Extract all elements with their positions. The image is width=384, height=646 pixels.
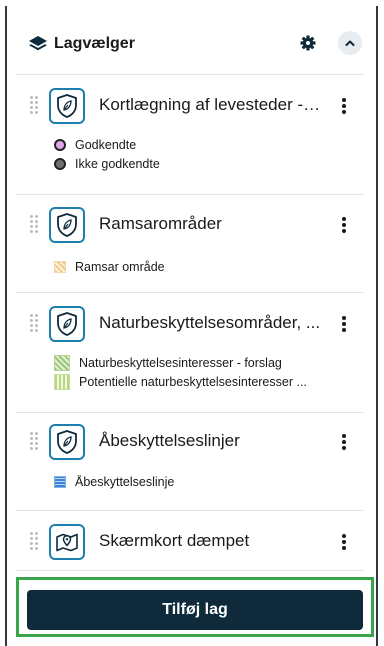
more-options-icon[interactable] bbox=[334, 314, 354, 334]
layer-name: Naturbeskyttelsesområder, ... bbox=[99, 313, 321, 332]
drag-handle-icon[interactable] bbox=[30, 96, 40, 116]
panel-border-left bbox=[5, 6, 7, 646]
leaf-shield-icon bbox=[49, 88, 85, 124]
legend-item: Ikke godkendte bbox=[54, 154, 160, 173]
drag-handle-icon[interactable] bbox=[30, 215, 40, 235]
layer-legend: Naturbeskyttelsesinteresser - forslag Po… bbox=[54, 353, 307, 391]
chevron-up-icon bbox=[345, 40, 355, 46]
legend-item: Ramsar område bbox=[54, 257, 165, 276]
drag-handle-icon[interactable] bbox=[30, 432, 40, 452]
layer-name: Kortlægning af levesteder - ... bbox=[99, 95, 321, 114]
leaf-shield-icon bbox=[49, 424, 85, 460]
gear-icon[interactable] bbox=[298, 33, 318, 53]
legend-item: Potentielle naturbeskyttelsesinteresser … bbox=[54, 372, 307, 391]
legend-swatch bbox=[54, 475, 66, 488]
layer-legend: Åbeskyttelseslinje bbox=[54, 472, 174, 491]
drag-handle-icon[interactable] bbox=[30, 314, 40, 334]
legend-swatch bbox=[54, 157, 66, 170]
more-options-icon[interactable] bbox=[334, 215, 354, 235]
legend-item: Åbeskyttelseslinje bbox=[54, 472, 174, 491]
layers-icon bbox=[29, 36, 47, 51]
leaf-shield-icon bbox=[49, 207, 85, 243]
divider bbox=[16, 194, 364, 195]
divider bbox=[16, 510, 364, 511]
leaf-shield-icon bbox=[49, 306, 85, 342]
add-layer-highlight: Tilføj lag bbox=[16, 577, 374, 637]
panel-header: Lagvælger bbox=[16, 20, 368, 68]
layer-name: Skærmkort dæmpet bbox=[99, 531, 250, 550]
layer-name: Åbeskyttelseslinjer bbox=[99, 431, 240, 450]
layer-selector-panel: Lagvælger Kortlægning af levesteder - ..… bbox=[0, 0, 384, 646]
divider bbox=[16, 292, 364, 293]
legend-swatch bbox=[54, 354, 70, 371]
legend-swatch bbox=[54, 373, 70, 390]
legend-item: Naturbeskyttelsesinteresser - forslag bbox=[54, 353, 307, 372]
divider bbox=[16, 74, 364, 75]
panel-title: Lagvælger bbox=[54, 35, 135, 52]
drag-handle-icon[interactable] bbox=[30, 532, 40, 552]
layer-item-aabeskyttelse[interactable]: Åbeskyttelseslinjer Åbeskyttelseslinje bbox=[16, 422, 364, 489]
map-pin-icon bbox=[49, 524, 85, 560]
layer-legend: Ramsar område bbox=[54, 257, 165, 276]
layer-item-skaermkort[interactable]: Skærmkort dæmpet bbox=[16, 522, 364, 562]
legend-swatch bbox=[54, 138, 66, 151]
divider bbox=[16, 412, 364, 413]
legend-swatch bbox=[54, 260, 66, 273]
layer-item-naturbeskyttelse[interactable]: Naturbeskyttelsesområder, ... Naturbesky… bbox=[16, 304, 364, 390]
divider bbox=[16, 570, 364, 571]
more-options-icon[interactable] bbox=[334, 432, 354, 452]
layer-item-ramsar[interactable]: Ramsarområder Ramsar område bbox=[16, 205, 364, 274]
add-layer-button[interactable]: Tilføj lag bbox=[27, 590, 363, 630]
more-options-icon[interactable] bbox=[334, 96, 354, 116]
collapse-button[interactable] bbox=[338, 31, 362, 55]
layer-item-kortlaegning[interactable]: Kortlægning af levesteder - ... Godkendt… bbox=[16, 86, 364, 171]
layer-legend: Godkendte Ikke godkendte bbox=[54, 135, 160, 173]
legend-item: Godkendte bbox=[54, 135, 160, 154]
panel-border-right bbox=[376, 6, 378, 646]
layer-name: Ramsarområder bbox=[99, 214, 222, 233]
more-options-icon[interactable] bbox=[334, 532, 354, 552]
